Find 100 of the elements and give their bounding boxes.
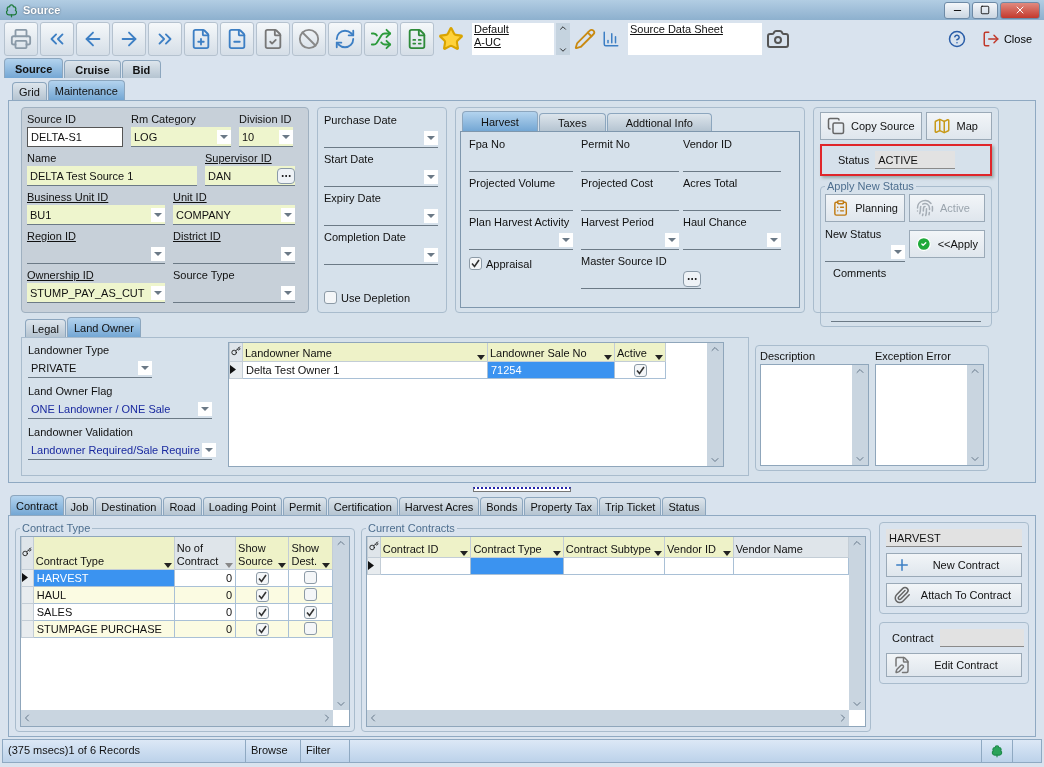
- horizontal-scrollbar[interactable]: [367, 710, 849, 726]
- maximize-button[interactable]: [972, 1, 998, 19]
- status-button[interactable]: Planning: [825, 194, 905, 222]
- combo-box[interactable]: Landowner Required/Sale Require: [28, 440, 212, 460]
- toolbar-button[interactable]: [112, 22, 146, 56]
- tab[interactable]: Taxes: [538, 113, 606, 131]
- checkbox[interactable]: [324, 291, 337, 304]
- edit-button[interactable]: [572, 26, 598, 52]
- layout-link[interactable]: A-UC: [474, 36, 552, 49]
- combo-box[interactable]: STUMP_PAY_AS_CUT: [27, 283, 165, 303]
- column-header[interactable]: Contract Subtype: [563, 537, 665, 558]
- combo-box[interactable]: [324, 128, 438, 148]
- text-area[interactable]: [875, 364, 984, 466]
- lookup-field[interactable]: DAN: [205, 166, 295, 186]
- checkbox[interactable]: [255, 622, 269, 636]
- tab[interactable]: Loading Point: [202, 497, 282, 515]
- horizontal-scrollbar[interactable]: [21, 710, 333, 726]
- ellipsis-button[interactable]: [683, 270, 701, 287]
- checkbox[interactable]: [633, 363, 647, 377]
- checkbox[interactable]: [304, 605, 318, 619]
- column-header[interactable]: Contract ID: [380, 537, 471, 558]
- tab[interactable]: Addtional Info: [606, 113, 712, 131]
- tab[interactable]: Bonds: [480, 497, 524, 515]
- edit-contract-button[interactable]: Edit Contract: [886, 653, 1022, 677]
- toolbar-button[interactable]: [364, 22, 398, 56]
- checkbox[interactable]: [469, 257, 482, 270]
- vertical-scrollbar[interactable]: [967, 365, 983, 465]
- toolbar-button[interactable]: [184, 22, 218, 56]
- checkbox[interactable]: [304, 621, 318, 635]
- combo-box[interactable]: [683, 230, 781, 250]
- column-header[interactable]: No of Contract: [174, 537, 236, 570]
- combo-box[interactable]: LOG: [131, 127, 231, 147]
- close-form-button[interactable]: Close: [979, 28, 1034, 50]
- toolbar-button[interactable]: [400, 22, 434, 56]
- toolbar-button[interactable]: [292, 22, 326, 56]
- combo-box[interactable]: ONE Landowner / ONE Sale: [28, 399, 212, 419]
- toolbar-button[interactable]: [76, 22, 110, 56]
- tab[interactable]: Trip Ticket: [599, 497, 662, 515]
- vertical-scrollbar[interactable]: [849, 537, 865, 710]
- combo-box[interactable]: [324, 245, 438, 265]
- column-header[interactable]: Active: [614, 343, 666, 362]
- toolbar-button[interactable]: [40, 22, 74, 56]
- apply-button[interactable]: <<Apply: [909, 230, 985, 258]
- layout-link[interactable]: Default: [474, 23, 552, 36]
- action-button[interactable]: Copy Source: [820, 112, 922, 140]
- tab[interactable]: Land Owner: [66, 317, 141, 337]
- column-header[interactable]: Contract Type: [33, 537, 175, 570]
- text-field[interactable]: DELTA Test Source 1: [27, 166, 197, 186]
- vertical-scrollbar[interactable]: [333, 537, 349, 710]
- toolbar-button[interactable]: [4, 22, 38, 56]
- column-header[interactable]: Show Source: [235, 537, 289, 570]
- report-link[interactable]: Source Data Sheet: [630, 23, 760, 36]
- splitter-handle[interactable]: [473, 486, 571, 492]
- tab[interactable]: Permit: [282, 497, 327, 515]
- toolbar-button[interactable]: [256, 22, 290, 56]
- toolbar-button[interactable]: [148, 22, 182, 56]
- close-button[interactable]: [1000, 1, 1040, 19]
- tab[interactable]: Certification: [327, 497, 398, 515]
- tab[interactable]: Status: [662, 497, 706, 515]
- combo-box[interactable]: BU1: [27, 205, 165, 225]
- toolbar-button[interactable]: [328, 22, 362, 56]
- combo-box[interactable]: COMPANY: [173, 205, 295, 225]
- spin-buttons[interactable]: [556, 23, 570, 55]
- tab[interactable]: Destination: [95, 497, 163, 515]
- combo-box[interactable]: [825, 242, 905, 262]
- toolbar-button[interactable]: [220, 22, 254, 56]
- combo-box[interactable]: [581, 230, 679, 250]
- column-header[interactable]: Show Dest.: [289, 537, 333, 570]
- tab[interactable]: Source: [4, 58, 64, 78]
- tab[interactable]: Maintenance: [47, 80, 125, 100]
- combo-box[interactable]: PRIVATE: [28, 358, 152, 378]
- tab[interactable]: Road: [163, 497, 202, 515]
- vertical-scrollbar[interactable]: [852, 365, 868, 465]
- tab[interactable]: Harvest Acres: [398, 497, 480, 515]
- tab[interactable]: Job: [64, 497, 95, 515]
- combo-box[interactable]: [324, 206, 438, 226]
- combo-box[interactable]: [27, 244, 165, 264]
- tab[interactable]: Bid: [121, 60, 162, 78]
- checkbox[interactable]: [255, 605, 269, 619]
- tab[interactable]: Grid: [12, 82, 47, 100]
- tab[interactable]: Property Tax: [524, 497, 599, 515]
- combo-box[interactable]: [173, 244, 295, 264]
- contract-button[interactable]: New Contract: [886, 553, 1022, 577]
- vertical-scrollbar[interactable]: [707, 343, 723, 466]
- lookup-field[interactable]: [581, 269, 701, 289]
- column-header[interactable]: Contract Type: [470, 537, 564, 558]
- checkbox[interactable]: [255, 588, 269, 602]
- minimize-button[interactable]: [944, 1, 970, 19]
- tab[interactable]: Cruise: [64, 60, 121, 78]
- action-button[interactable]: Map: [925, 112, 992, 140]
- checkbox[interactable]: [255, 571, 269, 585]
- checkbox[interactable]: [304, 570, 318, 584]
- column-header[interactable]: Vendor ID: [664, 537, 734, 558]
- text-area[interactable]: [760, 364, 869, 466]
- column-header[interactable]: Vendor Name: [733, 537, 849, 558]
- combo-box[interactable]: [173, 283, 295, 303]
- column-header[interactable]: Landowner Name: [242, 343, 488, 362]
- checkbox[interactable]: [304, 587, 318, 601]
- contract-button[interactable]: Attach To Contract: [886, 583, 1022, 607]
- column-header[interactable]: Landowner Sale No: [487, 343, 615, 362]
